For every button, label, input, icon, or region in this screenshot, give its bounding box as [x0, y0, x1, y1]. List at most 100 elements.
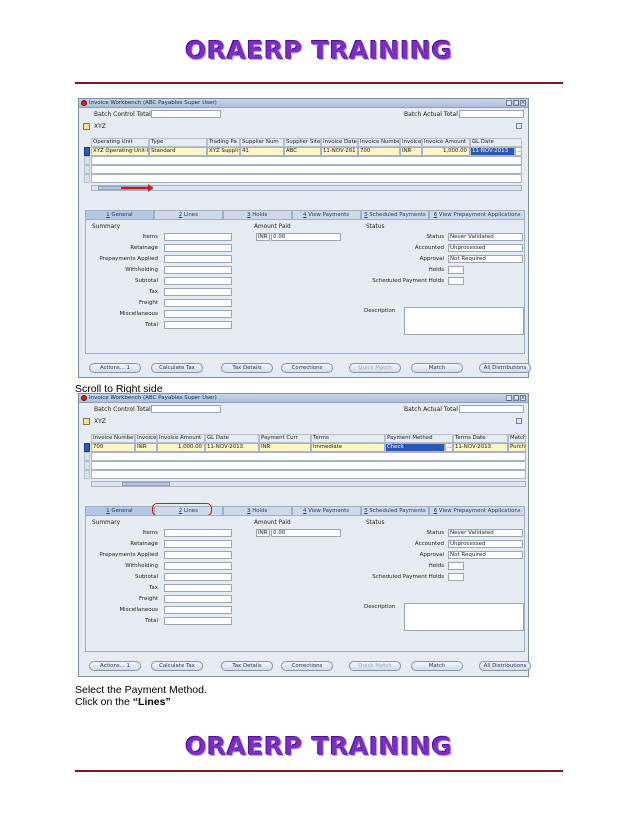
tab-general[interactable]: 1 General	[85, 210, 154, 219]
amount-paid-value[interactable]: 0.00	[271, 233, 341, 241]
gl-date-cell[interactable]: 11-NOV-2013	[470, 147, 515, 156]
batch-actual-total-field[interactable]	[459, 405, 524, 413]
payment-currency-cell[interactable]: INR	[259, 443, 311, 452]
withholding-field[interactable]	[164, 562, 232, 570]
invoice-amount-cell[interactable]: 1,000.00	[422, 147, 470, 156]
close-icon[interactable]: ×	[520, 100, 526, 106]
calculate-tax-button[interactable]: Calculate Tax	[151, 363, 203, 373]
tax-details-button[interactable]: Tax Details	[221, 661, 273, 671]
gl-date-cell[interactable]: 11-NOV-2013	[205, 443, 259, 452]
holds-value[interactable]	[448, 266, 464, 274]
subtotal-field[interactable]	[164, 573, 232, 581]
batch-control-total-field[interactable]	[151, 405, 221, 413]
grid-empty-row[interactable]	[91, 156, 522, 165]
status-value[interactable]: Never Validated	[448, 529, 523, 537]
invoice-date-cell[interactable]: 11-NOV-201	[321, 147, 358, 156]
folder-checkbox[interactable]	[516, 123, 522, 129]
folder-checkbox[interactable]	[516, 418, 522, 424]
tab-scheduled-payments[interactable]: 5 Scheduled Payments	[360, 506, 430, 515]
quick-match-button[interactable]: Quick Match	[349, 661, 401, 671]
tab-scheduled-payments[interactable]: 5 Scheduled Payments	[360, 210, 430, 219]
folder-icon[interactable]	[83, 123, 90, 130]
freight-field[interactable]	[164, 595, 232, 603]
tab-lines[interactable]: 2 Lines	[153, 210, 223, 219]
miscellaneous-field[interactable]	[164, 310, 232, 318]
approval-value[interactable]: Not Required	[448, 255, 523, 263]
miscellaneous-field[interactable]	[164, 606, 232, 614]
calculate-tax-button[interactable]: Calculate Tax	[151, 661, 203, 671]
scrollbar-thumb[interactable]	[122, 482, 170, 486]
prepayments-applied-field[interactable]	[164, 551, 232, 559]
invoice-currency-cell[interactable]: INR	[135, 443, 157, 452]
withholding-field[interactable]	[164, 266, 232, 274]
subtotal-field[interactable]	[164, 277, 232, 285]
batch-control-total-field[interactable]	[151, 110, 221, 118]
horizontal-scrollbar[interactable]	[91, 481, 526, 487]
tab-view-payments[interactable]: 4 View Payments	[291, 210, 361, 219]
all-distributions-button[interactable]: All Distributions	[479, 661, 531, 671]
tab-general[interactable]: 1 General	[85, 506, 154, 515]
tax-field[interactable]	[164, 584, 232, 592]
match-button[interactable]: Match	[411, 661, 463, 671]
close-icon[interactable]: ×	[520, 395, 526, 401]
grid-empty-row[interactable]	[91, 452, 526, 461]
supplier-num-cell[interactable]: 41	[240, 147, 284, 156]
tab-holds[interactable]: 3 Holds	[222, 506, 292, 515]
grid-empty-row[interactable]	[91, 174, 522, 183]
accounted-value[interactable]: Unprocessed	[448, 244, 523, 252]
type-cell[interactable]: Standard	[149, 147, 207, 156]
holds-value[interactable]	[448, 562, 464, 570]
corrections-button[interactable]: Corrections	[281, 363, 333, 373]
grid-empty-row[interactable]	[91, 461, 526, 470]
lov-icon[interactable]: …	[445, 443, 453, 452]
match-button[interactable]: Match	[411, 363, 463, 373]
items-field[interactable]	[164, 233, 232, 241]
match-cell[interactable]: Purcha	[508, 443, 526, 452]
invoice-number-cell[interactable]: 700	[91, 443, 135, 452]
invoice-number-cell[interactable]: 700	[358, 147, 400, 156]
invoice-amount-cell[interactable]: 1,000.00	[157, 443, 205, 452]
prepayments-applied-field[interactable]	[164, 255, 232, 263]
minimize-icon[interactable]: _	[506, 100, 512, 106]
minimize-icon[interactable]: _	[506, 395, 512, 401]
tab-view-prepayment-applications[interactable]: 6 View Prepayment Applications	[429, 506, 525, 515]
freight-field[interactable]	[164, 299, 232, 307]
tab-view-prepayment-applications[interactable]: 6 View Prepayment Applications	[429, 210, 525, 219]
invoice-currency-cell[interactable]: INR	[400, 147, 422, 156]
scheduled-payment-holds-value[interactable]	[448, 277, 464, 285]
status-value[interactable]: Never Validated	[448, 233, 523, 241]
horizontal-scrollbar[interactable]	[91, 185, 522, 191]
batch-actual-total-field[interactable]	[459, 110, 524, 118]
grid-empty-row[interactable]	[91, 165, 522, 174]
actions-button[interactable]: Actions... 1	[89, 363, 141, 373]
items-field[interactable]	[164, 529, 232, 537]
tax-field[interactable]	[164, 288, 232, 296]
tab-view-payments[interactable]: 4 View Payments	[291, 506, 361, 515]
retainage-field[interactable]	[164, 244, 232, 252]
approval-value[interactable]: Not Required	[448, 551, 523, 559]
payment-method-cell[interactable]: Check	[385, 443, 445, 452]
row-selector[interactable]	[84, 443, 90, 452]
accounted-value[interactable]: Unprocessed	[448, 540, 523, 548]
retainage-field[interactable]	[164, 540, 232, 548]
all-distributions-button[interactable]: All Distributions	[479, 363, 531, 373]
lov-icon[interactable]: …	[515, 147, 522, 156]
description-field[interactable]	[404, 603, 524, 631]
amount-paid-value[interactable]: 0.00	[271, 529, 341, 537]
total-field[interactable]	[164, 321, 232, 329]
supplier-site-cell[interactable]: ABC	[284, 147, 321, 156]
row-selector[interactable]	[84, 147, 90, 156]
scheduled-payment-holds-value[interactable]	[448, 573, 464, 581]
total-field[interactable]	[164, 617, 232, 625]
trading-partner-cell[interactable]: XYZ Suppli	[207, 147, 240, 156]
terms-cell[interactable]: Immediate	[311, 443, 385, 452]
corrections-button[interactable]: Corrections	[281, 661, 333, 671]
operating-unit-cell[interactable]: XYZ Operating Unit-I	[91, 147, 149, 156]
maximize-icon[interactable]: □	[513, 395, 519, 401]
quick-match-button[interactable]: Quick Match	[349, 363, 401, 373]
actions-button[interactable]: Actions... 1	[89, 661, 141, 671]
tab-holds[interactable]: 3 Holds	[222, 210, 292, 219]
tax-details-button[interactable]: Tax Details	[221, 363, 273, 373]
grid-empty-row[interactable]	[91, 470, 526, 479]
description-field[interactable]	[404, 307, 524, 335]
